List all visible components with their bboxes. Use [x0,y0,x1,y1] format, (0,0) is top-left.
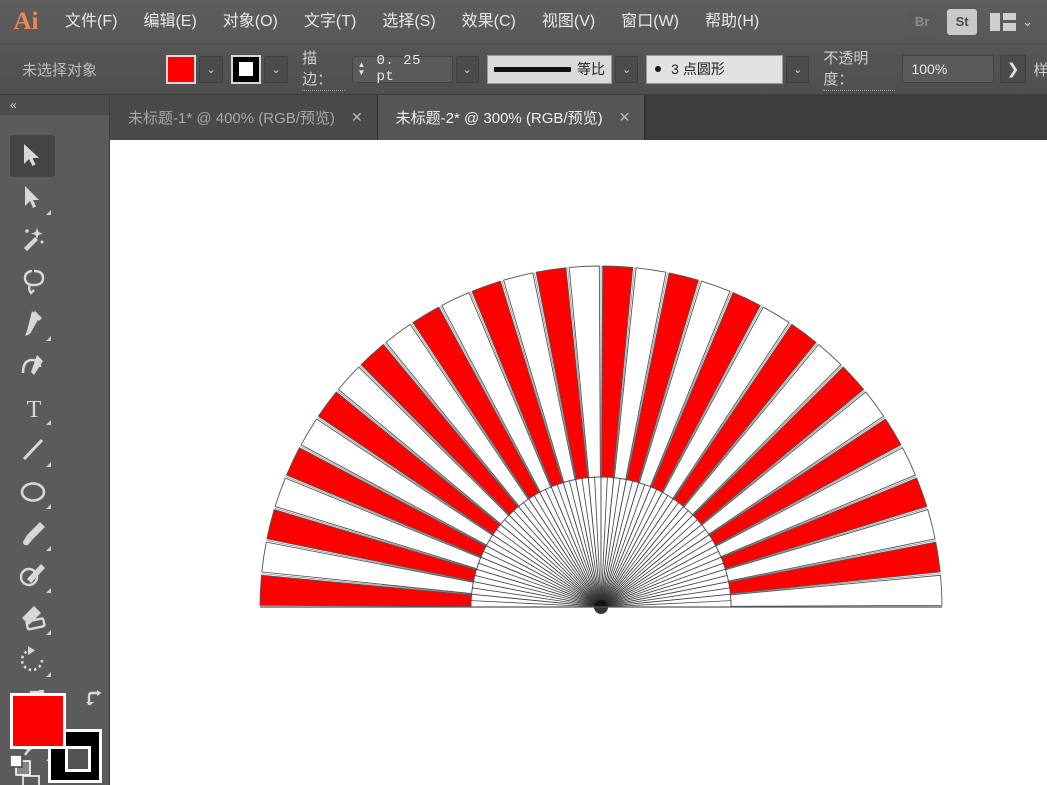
tool-flyout-indicator-icon[interactable] [46,462,51,467]
tool-flyout-indicator-icon[interactable] [46,630,51,635]
close-icon[interactable]: ✕ [619,109,631,126]
stroke-weight-field[interactable]: ▲ ▼ 0. 25 pt [352,53,453,85]
fill-swatch-group: ⌄ [166,54,231,84]
menu-edit[interactable]: 编辑(E) [130,0,209,44]
stroke-color-swatch[interactable] [231,54,262,84]
fill-stroke-control [10,690,102,783]
menu-object[interactable]: 对象(O) [210,0,291,44]
fill-color-swatch[interactable] [166,54,197,84]
artboard-canvas[interactable]: Baidu 经验 jingyan.baidu.com 湖南龙网 [110,140,1047,785]
rotate-icon [20,646,43,672]
bridge-icon[interactable]: Br [907,8,938,35]
curvature-icon [21,355,43,375]
menu-window[interactable]: 窗口(W) [608,0,692,44]
stroke-dropdown-button[interactable]: ⌄ [264,55,289,83]
ellipse-icon [20,482,45,502]
menu-help[interactable]: 帮助(H) [692,0,772,44]
document-tab-title: 未标题-2* @ 300% (RGB/预览) [395,110,603,127]
selection-status-label: 未选择对象 [22,61,98,79]
pen-tool[interactable] [10,303,55,345]
type-icon: T [26,397,41,423]
stroke-weight-dropdown-button[interactable]: ⌄ [455,55,479,83]
toolbar-collapse-button[interactable]: « [0,95,109,115]
opacity-value-field[interactable]: 100% [902,55,995,83]
curvature-tool[interactable] [10,345,55,387]
stroke-profile-dropdown-button[interactable]: ⌄ [615,55,639,83]
document-tab[interactable]: 未标题-1* @ 400% (RGB/预览) ✕ [110,95,378,140]
rotate-tool[interactable] [10,639,55,681]
opacity-label[interactable]: 不透明度： [823,47,896,91]
pen-icon [24,311,42,336]
document-tab-title: 未标题-1* @ 400% (RGB/预览) [128,110,335,127]
tool-flyout-indicator-icon[interactable] [46,210,51,215]
chevron-down-icon: ⌄ [1022,13,1033,29]
menu-select[interactable]: 选择(S) [369,0,448,44]
eraser-icon [21,606,46,631]
stock-icon[interactable]: St [947,8,978,35]
illustrator-window: Ai 文件(F) 编辑(E) 对象(O) 文字(T) 选择(S) 效果(C) 视图(V) 窗口… [0,0,1047,785]
menu-type[interactable]: 文字(T) [291,0,369,44]
paintbrush-icon [22,522,45,546]
workspace-switcher[interactable]: ⌄ [990,12,1041,31]
app-logo-icon: Ai [13,7,39,35]
menu-file[interactable]: 文件(F) [52,0,130,44]
magic-wand-icon [23,228,43,251]
tool-flyout-indicator-icon[interactable] [46,588,51,593]
brush-dropdown-button[interactable]: ⌄ [786,55,810,83]
shaper-tool[interactable] [10,555,55,597]
lasso-icon [23,269,44,295]
document-tab[interactable]: 未标题-2* @ 300% (RGB/预览) ✕ [377,95,646,140]
shaper-icon [19,564,45,587]
brush-definition-label: 3 点圆形 [671,61,725,77]
svg-text:T: T [26,397,41,423]
stroke-profile-preview-icon [493,66,572,72]
tools-panel: « T [0,95,110,785]
brush-definition-field[interactable]: 3 点圆形 [646,54,784,84]
folding-fan-artwork[interactable] [110,140,1047,785]
toolbar-drag-grip[interactable] [0,115,109,129]
default-fill-stroke-icon[interactable] [10,755,32,777]
tool-flyout-indicator-icon[interactable] [46,546,51,551]
stroke-weight-value[interactable]: 0. 25 pt [370,53,452,85]
lasso-tool[interactable] [10,261,55,303]
brush-preview-icon [655,66,662,72]
line-segment-icon [22,438,43,461]
paintbrush-tool[interactable] [10,513,55,555]
selection-tool[interactable] [10,135,55,177]
menu-view[interactable]: 视图(V) [529,0,608,44]
eraser-tool[interactable] [10,597,55,639]
line-segment-tool[interactable] [10,429,55,471]
menu-bar: Ai 文件(F) 编辑(E) 对象(O) 文字(T) 选择(S) 效果(C) 视图(V) 窗口… [0,0,1047,44]
document-tab-bar: 未标题-1* @ 400% (RGB/预览) ✕ 未标题-2* @ 300% (RG… [110,95,1047,140]
selection-icon [23,144,39,166]
type-tool[interactable]: T [10,387,55,429]
fill-dropdown-button[interactable]: ⌄ [199,55,224,83]
magic-wand-tool[interactable] [10,219,55,261]
close-icon[interactable]: ✕ [351,109,363,126]
tool-flyout-indicator-icon[interactable] [46,504,51,509]
direct-selection-icon [24,186,39,208]
menu-effect[interactable]: 效果(C) [449,0,529,44]
toolbar-fill-swatch[interactable] [10,693,66,749]
stroke-profile-label: 等比 [577,61,606,77]
ellipse-tool[interactable] [10,471,55,513]
stroke-swatch-group: ⌄ [231,54,296,84]
style-label[interactable]: 样式 [1034,59,1047,80]
tool-flyout-indicator-icon[interactable] [46,336,51,341]
tool-flyout-indicator-icon[interactable] [46,420,51,425]
stepper-arrows-icon[interactable]: ▲ ▼ [353,57,369,82]
control-bar: 未选择对象 ⌄ ⌄ 描边： ▲ ▼ 0. 25 pt ⌄ 等比 ⌄ 3 点圆形 ⌄… [0,44,1047,95]
control-bar-expand-button[interactable]: ❯ [1000,55,1026,83]
menubar-right-group: Br St ⌄ [902,0,1047,44]
workspace-layout-icon [990,12,1017,31]
swap-fill-stroke-icon[interactable] [86,689,108,709]
stroke-weight-label[interactable]: 描边： [302,47,346,91]
direct-selection-tool[interactable] [10,177,55,219]
tool-flyout-indicator-icon[interactable] [46,672,51,677]
stroke-profile-field[interactable]: 等比 [486,54,613,84]
